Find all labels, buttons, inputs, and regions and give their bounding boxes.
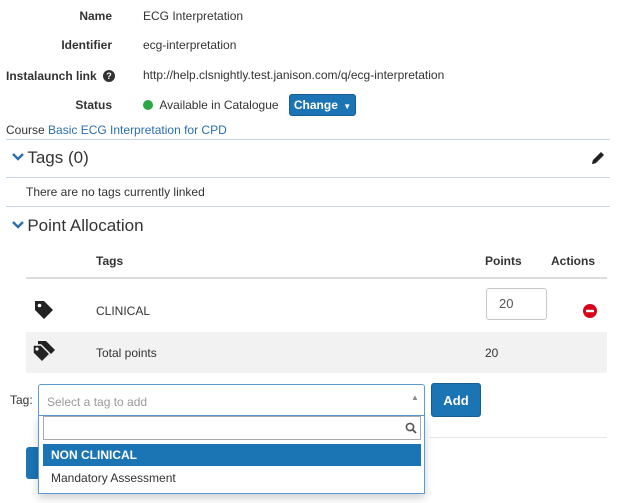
change-status-button[interactable]: Change ▼ bbox=[289, 94, 356, 116]
point-allocation-header[interactable]: Point Allocation bbox=[12, 216, 144, 236]
chevron-down-icon bbox=[12, 221, 24, 229]
tag-picker-label: Tag: bbox=[10, 393, 33, 407]
divider bbox=[429, 437, 607, 438]
name-label: Name bbox=[79, 9, 112, 23]
tags-section-title: Tags (0) bbox=[27, 148, 89, 167]
help-icon[interactable]: ? bbox=[103, 70, 116, 82]
tags-icon bbox=[32, 341, 55, 364]
status-dot-icon bbox=[143, 100, 153, 110]
status-indicator: Available in Catalogue bbox=[143, 98, 279, 112]
search-icon bbox=[405, 422, 417, 434]
status-label: Status bbox=[75, 98, 112, 112]
tag-select[interactable]: Select a tag to add ▲ bbox=[38, 384, 425, 416]
instalaunch-value: http://help.clsnightly.test.janison.com/… bbox=[143, 68, 445, 82]
tag-select-dropdown: NON CLINICAL Mandatory Assessment bbox=[38, 416, 425, 494]
course-row: Course Basic ECG Interpretation for CPD bbox=[6, 123, 227, 137]
chevron-down-icon bbox=[12, 153, 24, 161]
column-header-tags: Tags bbox=[96, 254, 124, 268]
status-value: Available in Catalogue bbox=[159, 98, 279, 112]
dropdown-option-non-clinical[interactable]: NON CLINICAL bbox=[43, 444, 421, 466]
column-header-actions: Actions bbox=[551, 254, 596, 268]
caret-down-icon: ▼ bbox=[343, 102, 352, 111]
instalaunch-label-row: Instalaunch link ? bbox=[6, 69, 116, 83]
tag-select-placeholder: Select a tag to add bbox=[47, 395, 148, 409]
course-label: Course bbox=[6, 123, 45, 137]
tag-icon bbox=[35, 301, 53, 319]
remove-icon[interactable] bbox=[583, 304, 597, 318]
tags-empty-message: There are no tags currently linked bbox=[26, 185, 205, 199]
change-status-label: Change bbox=[293, 98, 338, 112]
total-label: Total points bbox=[96, 346, 157, 360]
caret-up-icon: ▲ bbox=[411, 393, 419, 402]
pencil-icon[interactable] bbox=[590, 150, 606, 166]
course-link[interactable]: Basic ECG Interpretation for CPD bbox=[48, 123, 227, 137]
total-points: 20 bbox=[485, 346, 499, 360]
divider bbox=[6, 139, 610, 140]
column-header-points: Points bbox=[485, 254, 522, 268]
points-input[interactable]: 20 bbox=[486, 288, 547, 320]
tag-search-input[interactable] bbox=[43, 416, 421, 440]
tags-section-header[interactable]: Tags (0) bbox=[12, 148, 89, 168]
divider bbox=[6, 206, 610, 207]
add-tag-button[interactable]: Add bbox=[431, 383, 481, 417]
instalaunch-label: Instalaunch link bbox=[6, 69, 97, 83]
name-value: ECG Interpretation bbox=[143, 9, 244, 23]
total-row: Total points 20 bbox=[26, 332, 607, 373]
identifier-label: Identifier bbox=[61, 38, 112, 52]
table-row: CLINICAL 20 bbox=[26, 279, 607, 332]
dropdown-option-mandatory-assessment[interactable]: Mandatory Assessment bbox=[43, 467, 421, 489]
divider bbox=[6, 177, 610, 178]
row-tag-name: CLINICAL bbox=[96, 304, 151, 318]
identifier-value: ecg-interpretation bbox=[143, 38, 237, 52]
point-allocation-title: Point Allocation bbox=[27, 216, 144, 235]
